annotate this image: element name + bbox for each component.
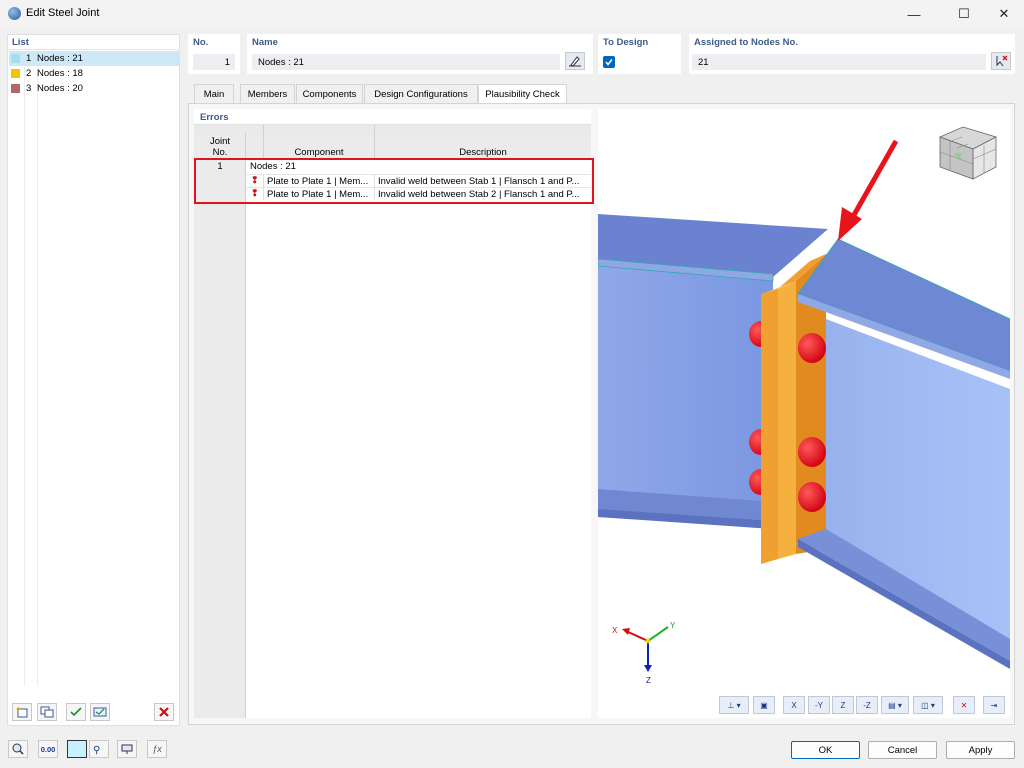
new-item-icon[interactable]: ✦: [12, 703, 32, 721]
reset-view-icon[interactable]: ✕: [953, 696, 975, 714]
joint-column: [194, 133, 246, 718]
export-icon[interactable]: ⇥: [983, 696, 1005, 714]
view-minus-z-icon[interactable]: -Z: [856, 696, 878, 714]
list-item[interactable]: 2 Nodes : 18: [9, 66, 179, 81]
info-icon[interactable]: ⚲: [89, 740, 109, 758]
name-field[interactable]: Nodes : 21: [252, 54, 560, 70]
axis-x-label: X: [612, 626, 618, 635]
column-header-row: [194, 125, 591, 133]
to-design-label: To Design: [603, 37, 649, 48]
view-z-icon[interactable]: Z: [832, 696, 854, 714]
check-all-icon[interactable]: [66, 703, 86, 721]
color-swatch: [11, 69, 20, 78]
maximize-button[interactable]: ☐: [942, 0, 986, 28]
no-field[interactable]: 1: [193, 54, 235, 70]
list-panel: [7, 34, 180, 726]
list-item-label: Nodes : 20: [37, 83, 83, 94]
list-item[interactable]: 3 Nodes : 20: [9, 81, 179, 96]
display-mode-icon[interactable]: ◫ ▾: [913, 696, 943, 714]
tab-main[interactable]: Main: [194, 84, 234, 103]
copy-item-icon[interactable]: [37, 703, 57, 721]
delete-icon[interactable]: [154, 703, 174, 721]
col-description-header: Description: [459, 147, 507, 158]
errors-header: Errors: [200, 112, 229, 123]
check-icon: [605, 59, 613, 66]
cancel-button[interactable]: Cancel: [868, 741, 937, 759]
axis-y-label: Y: [670, 621, 676, 630]
color-toggle-icon[interactable]: [67, 740, 87, 758]
list-item-number: 1: [26, 53, 32, 64]
close-button[interactable]: ✕: [982, 0, 1024, 28]
to-design-checkbox[interactable]: [603, 56, 615, 68]
name-label: Name: [252, 37, 278, 48]
apply-button[interactable]: Apply: [946, 741, 1015, 759]
minimize-button[interactable]: —: [892, 0, 936, 28]
col-component-header: Component: [294, 147, 344, 158]
search-icon[interactable]: [8, 740, 28, 758]
tab-design-configurations[interactable]: Design Configurations: [364, 84, 478, 103]
edit-name-icon[interactable]: [565, 52, 585, 70]
ok-button[interactable]: OK: [791, 741, 860, 759]
svg-text:⚲: ⚲: [93, 745, 100, 755]
app-icon: [8, 7, 21, 20]
display-icon[interactable]: [117, 740, 137, 758]
select-nodes-icon[interactable]: [991, 52, 1011, 70]
list-item[interactable]: 1 Nodes : 21: [9, 51, 179, 66]
tab-plausibility-check[interactable]: Plausibility Check: [478, 84, 567, 103]
window-title: Edit Steel Joint: [26, 7, 100, 19]
formula-icon[interactable]: ƒx: [147, 740, 167, 758]
tab-members[interactable]: Members: [240, 84, 295, 103]
uncheck-icon[interactable]: [90, 703, 110, 721]
list-item-label: Nodes : 18: [37, 68, 83, 79]
tree-guide: [37, 66, 38, 686]
steel-joint-model: [598, 126, 1010, 672]
assigned-field[interactable]: 21: [692, 54, 986, 70]
highlight-box: [194, 158, 594, 204]
list-divider: [7, 49, 180, 50]
list-header: List: [12, 37, 29, 48]
color-swatch: [11, 84, 20, 93]
tree-guide: [24, 66, 25, 686]
no-label: No.: [193, 37, 209, 48]
list-item-number: 3: [26, 83, 32, 94]
list-item-label: Nodes : 21: [37, 53, 83, 64]
view-x-icon[interactable]: X: [783, 696, 805, 714]
axis-dropdown-icon[interactable]: ⊥ ▾: [719, 696, 749, 714]
list-item-number: 2: [26, 68, 32, 79]
title-bar: [0, 0, 1024, 28]
tab-components[interactable]: Components: [296, 84, 363, 103]
svg-text:✦: ✦: [15, 706, 22, 714]
3d-viewport[interactable]: [598, 109, 1010, 718]
units-icon[interactable]: 0.00: [38, 740, 58, 758]
view-minus-y-icon[interactable]: -Y: [808, 696, 830, 714]
view-settings-icon[interactable]: ▣: [753, 696, 775, 714]
color-swatch: [11, 54, 20, 63]
col-joint-header: Joint No.: [209, 136, 231, 158]
render-mode-icon[interactable]: ▤ ▾: [881, 696, 909, 714]
axis-z-label: Z: [646, 676, 651, 685]
assigned-label: Assigned to Nodes No.: [694, 37, 798, 48]
